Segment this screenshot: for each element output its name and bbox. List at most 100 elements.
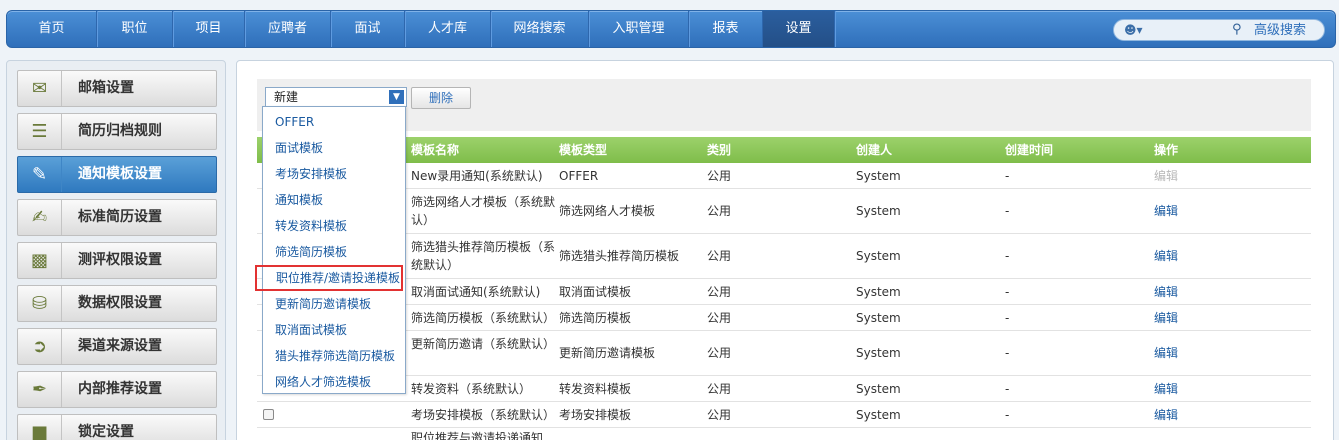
table-row: 筛选简历模板（系统默认） 筛选简历模板 公用 System - 编辑	[257, 305, 1311, 331]
sidebar-item-label: 通知模板设置	[78, 166, 162, 182]
table-row: 考场安排模板（系统默认） 考场安排模板 公用 System - 编辑	[257, 402, 1311, 428]
column-header-creator[interactable]: 创建人	[856, 137, 892, 163]
row-creator: System	[856, 285, 901, 299]
dropdown-option-cancel-interview[interactable]: 取消面试模板	[263, 317, 405, 343]
row-category: 公用	[707, 382, 732, 396]
nav-talent-pool[interactable]: 人才库	[405, 11, 491, 47]
edit-link[interactable]: 编辑	[1154, 247, 1178, 265]
dropdown-option-exam-arrangement[interactable]: 考场安排模板	[263, 161, 405, 187]
sidebar-item-channel-sources[interactable]: ➲ 渠道来源设置	[17, 328, 217, 365]
pen-paper-icon: ✒	[18, 372, 62, 407]
nav-onboarding[interactable]: 入职管理	[589, 11, 689, 47]
row-category: 公用	[707, 204, 732, 218]
dropdown-option-update-resume-invite[interactable]: 更新简历邀请模板	[263, 291, 405, 317]
dropdown-option-notice[interactable]: 通知模板	[263, 187, 405, 213]
sidebar-item-label: 渠道来源设置	[78, 338, 162, 354]
table-row: 职位推荐与邀请投递通知	[257, 428, 1311, 440]
dropdown-option-forward-materials[interactable]: 转发资料模板	[263, 213, 405, 239]
row-name: 更新简历邀请（系统默认）	[411, 337, 556, 351]
row-name: 筛选网络人才模板（系统默认）	[411, 195, 556, 227]
sidebar-item-label: 测评权限设置	[78, 252, 162, 268]
dropdown-option-screen-resume[interactable]: 筛选简历模板	[263, 239, 405, 265]
row-created-time: -	[1005, 382, 1010, 396]
row-category: 公用	[707, 285, 732, 299]
row-name: 职位推荐与邀请投递通知	[411, 431, 544, 440]
dropdown-option-job-recommend-invite[interactable]: 职位推荐/邀请投递模板	[255, 265, 403, 291]
nav-home[interactable]: 首页	[7, 11, 97, 47]
settings-sidebar: ✉ 邮箱设置 ☰ 简历归档规则 ✎ 通知模板设置 ✍ 标准简历设置 ▩ 测评权限…	[6, 60, 226, 440]
sidebar-item-assessment-permissions[interactable]: ▩ 测评权限设置	[17, 242, 217, 279]
row-type: 转发资料模板	[559, 382, 632, 396]
nav-settings[interactable]: 设置	[763, 11, 835, 47]
edit-link[interactable]: 编辑	[1154, 309, 1178, 327]
dropdown-option-interview[interactable]: 面试模板	[263, 135, 405, 161]
dropdown-option-offer[interactable]: OFFER	[263, 109, 405, 135]
sidebar-item-label: 简历归档规则	[78, 123, 162, 139]
document-pen-icon: ✍	[18, 200, 62, 235]
nav-projects[interactable]: 项目	[173, 11, 245, 47]
delete-button[interactable]: 删除	[411, 87, 471, 109]
new-template-select[interactable]: 新建 ▼	[265, 87, 407, 107]
nav-web-search[interactable]: 网络搜索	[491, 11, 589, 47]
sidebar-item-standard-resume[interactable]: ✍ 标准简历设置	[17, 199, 217, 236]
sidebar-item-notice-templates[interactable]: ✎ 通知模板设置	[17, 156, 217, 193]
sidebar-item-internal-referral[interactable]: ✒ 内部推荐设置	[17, 371, 217, 408]
table-row: 筛选猎头推荐简历模板（系统默认） 筛选猎头推荐简历模板 公用 System - …	[257, 234, 1311, 279]
row-created-time: -	[1005, 285, 1010, 299]
edit-document-icon: ✎	[18, 157, 62, 192]
row-name: 转发资料（系统默认）	[411, 382, 532, 396]
table-row: 更新简历邀请（系统默认） 更新简历邀请模板 公用 System - 编辑	[257, 331, 1311, 376]
edit-link[interactable]: 编辑	[1154, 283, 1178, 301]
edit-link[interactable]: 编辑	[1154, 406, 1178, 424]
user-dropdown-icon[interactable]: ☻▾	[1124, 23, 1146, 37]
database-icon: ⛁	[18, 286, 62, 321]
row-creator: System	[856, 169, 901, 183]
row-creator: System	[856, 311, 901, 325]
row-creator: System	[856, 382, 901, 396]
edit-link[interactable]: 编辑	[1154, 202, 1178, 220]
row-created-time: -	[1005, 204, 1010, 218]
row-creator: System	[856, 249, 901, 263]
row-checkbox[interactable]	[263, 409, 274, 420]
column-header-type[interactable]: 模板类型	[559, 137, 607, 163]
sidebar-item-lock-settings[interactable]: ■ 锁定设置	[17, 414, 217, 440]
edit-link[interactable]: 编辑	[1154, 344, 1178, 362]
table-row: 取消面试通知(系统默认) 取消面试模板 公用 System - 编辑	[257, 279, 1311, 305]
row-name: 筛选猎头推荐简历模板（系统默认）	[411, 240, 556, 272]
nav-jobs[interactable]: 职位	[97, 11, 173, 47]
toolbar: 新建 ▼ 删除	[257, 79, 1311, 131]
sidebar-item-label: 内部推荐设置	[78, 381, 162, 397]
lock-icon: ■	[18, 415, 62, 440]
row-name: 考场安排模板（系统默认）	[411, 408, 556, 422]
row-creator: System	[856, 408, 901, 422]
sidebar-item-archive-rules[interactable]: ☰ 简历归档规则	[17, 113, 217, 150]
row-created-time: -	[1005, 408, 1010, 422]
row-category: 公用	[707, 169, 732, 183]
sidebar-item-label: 数据权限设置	[78, 295, 162, 311]
column-header-name[interactable]: 模板名称	[411, 137, 459, 163]
clipboard-icon: ☰	[18, 114, 62, 149]
dropdown-option-web-talent-screen[interactable]: 网络人才筛选模板	[263, 369, 405, 395]
advanced-search-link[interactable]: 高级搜索	[1254, 22, 1306, 40]
nav-interview[interactable]: 面试	[331, 11, 405, 47]
row-creator: System	[856, 346, 901, 360]
column-header-created-time[interactable]: 创建时间	[1005, 137, 1053, 163]
row-type: 考场安排模板	[559, 408, 632, 422]
column-header-category[interactable]: 类别	[707, 137, 731, 163]
select-value: 新建	[274, 90, 299, 104]
row-name: 筛选简历模板（系统默认）	[411, 311, 556, 325]
nav-applicants[interactable]: 应聘者	[245, 11, 331, 47]
sidebar-item-mailbox[interactable]: ✉ 邮箱设置	[17, 70, 217, 107]
edit-link[interactable]: 编辑	[1154, 380, 1178, 398]
table-header: 模板名称 模板类型 类别 创建人 创建时间 操作	[257, 137, 1311, 163]
mailbox-icon: ✉	[18, 71, 62, 106]
search-icon[interactable]: ⚲	[1232, 22, 1248, 38]
assessment-icon: ▩	[18, 243, 62, 278]
edit-link: 编辑	[1154, 169, 1179, 183]
sidebar-item-data-permissions[interactable]: ⛁ 数据权限设置	[17, 285, 217, 322]
dropdown-option-headhunter-screen[interactable]: 猎头推荐筛选简历模板	[263, 343, 405, 369]
nav-reports[interactable]: 报表	[689, 11, 763, 47]
chevron-down-icon[interactable]: ▼	[389, 90, 404, 104]
door-exit-icon: ➲	[18, 329, 62, 364]
row-category: 公用	[707, 408, 732, 422]
